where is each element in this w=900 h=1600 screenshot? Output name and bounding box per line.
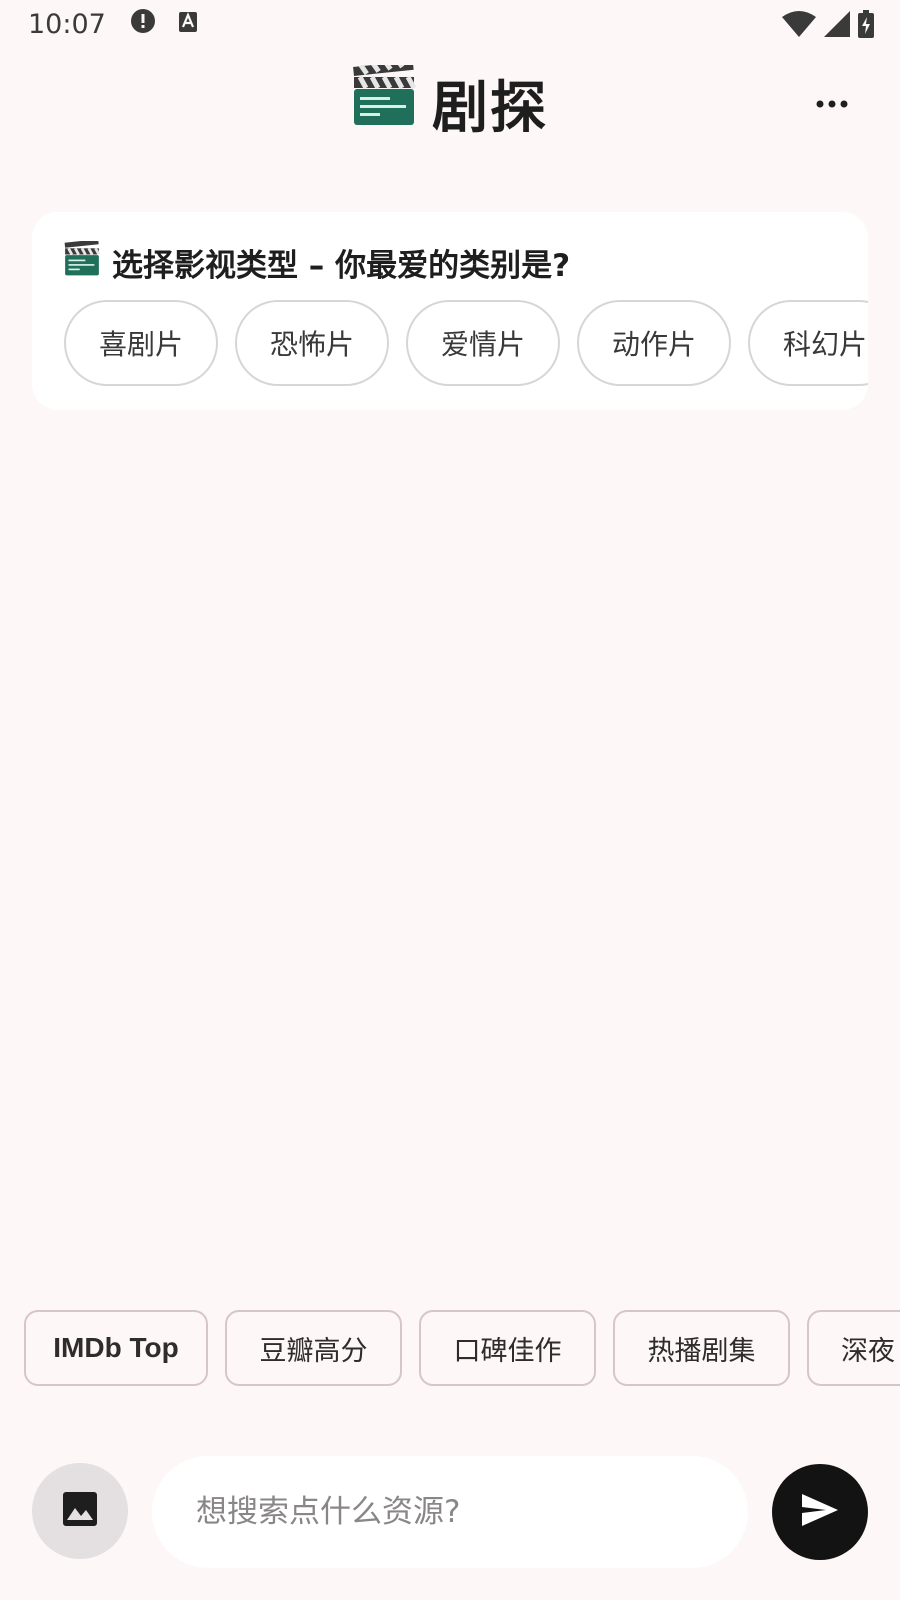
status-time: 10:07 bbox=[28, 8, 106, 40]
genre-chip-comedy[interactable]: 喜剧片 bbox=[64, 300, 218, 386]
genre-chip-list: 喜剧片 恐怖片 爱情片 动作片 科幻片 bbox=[64, 300, 868, 386]
quick-chip-imdb-top[interactable]: IMDb Top bbox=[24, 1310, 208, 1386]
genre-question: 选择影视类型 – 你最爱的类别是? bbox=[64, 238, 571, 285]
clapper-board-icon bbox=[64, 238, 101, 285]
genre-chip-romance[interactable]: 爱情片 bbox=[406, 300, 560, 386]
app-title: 剧探 bbox=[352, 57, 548, 144]
quick-chip-acclaimed[interactable]: 口碑佳作 bbox=[419, 1310, 596, 1386]
alert-icon bbox=[130, 8, 156, 41]
status-bar: 10:07 bbox=[0, 0, 900, 48]
attach-image-button[interactable] bbox=[32, 1463, 128, 1559]
screen: 10:07 剧探 选择影视类型 – 你最爱的类别是? 喜剧片 恐怖片 爱情片 动… bbox=[0, 0, 900, 1600]
quick-chip-list: IMDb Top 豆瓣高分 口碑佳作 热播剧集 深夜 bbox=[24, 1310, 900, 1386]
quick-chip-trending-series[interactable]: 热播剧集 bbox=[613, 1310, 790, 1386]
status-notification-icons bbox=[130, 8, 198, 41]
search-input[interactable] bbox=[196, 1494, 704, 1530]
genre-chip-scifi[interactable]: 科幻片 bbox=[748, 300, 868, 386]
more-options-button[interactable] bbox=[810, 82, 854, 122]
search-box bbox=[152, 1456, 748, 1568]
app-header: 剧探 bbox=[0, 57, 900, 148]
quick-chip-late-night[interactable]: 深夜 bbox=[807, 1310, 900, 1386]
send-button[interactable] bbox=[772, 1464, 868, 1560]
app-title-text: 剧探 bbox=[432, 75, 548, 141]
send-icon bbox=[800, 1492, 840, 1532]
clapper-board-icon bbox=[352, 57, 417, 141]
status-system-icons bbox=[782, 10, 874, 45]
genre-chip-action[interactable]: 动作片 bbox=[577, 300, 731, 386]
genre-chip-horror[interactable]: 恐怖片 bbox=[235, 300, 389, 386]
wifi-icon bbox=[782, 11, 816, 44]
genre-question-text: 选择影视类型 – 你最爱的类别是? bbox=[112, 248, 571, 284]
more-horizontal-icon bbox=[816, 93, 848, 112]
battery-charging-icon bbox=[858, 10, 874, 45]
keyboard-a-icon bbox=[178, 9, 198, 40]
quick-chip-douban-high[interactable]: 豆瓣高分 bbox=[225, 1310, 402, 1386]
image-icon bbox=[62, 1491, 98, 1531]
cellular-signal-icon bbox=[824, 11, 850, 44]
genre-card: 选择影视类型 – 你最爱的类别是? 喜剧片 恐怖片 爱情片 动作片 科幻片 bbox=[32, 212, 868, 410]
